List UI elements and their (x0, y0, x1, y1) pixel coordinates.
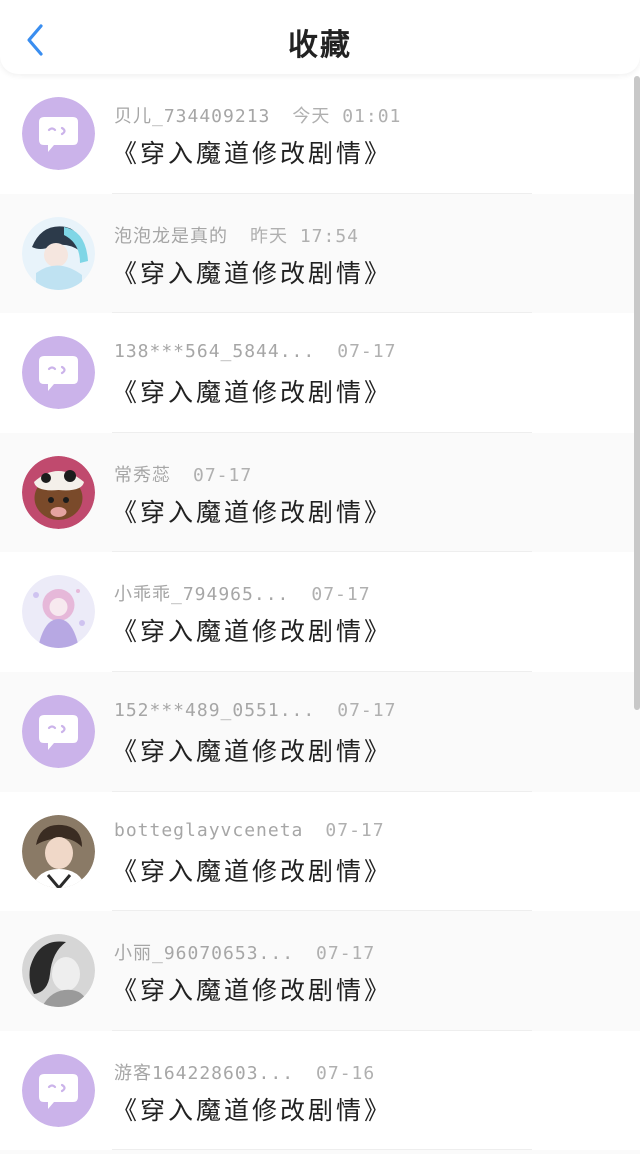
item-meta: 152***489_0551... 07-17 (114, 700, 396, 721)
novel-title: 《穿入魔道修改剧情》 (112, 139, 393, 168)
timestamp: 昨天 17:54 (250, 225, 360, 247)
chat-bubble-icon (22, 97, 95, 170)
user-name: 小乖乖_794965... (114, 584, 290, 606)
timestamp: 07-16 (316, 1062, 376, 1084)
novel-title: 《穿入魔道修改剧情》 (112, 258, 393, 288)
user-photo (22, 216, 95, 290)
timestamp: 07-17 (316, 943, 376, 965)
novel-title: 《穿入魔道修改剧情》 (112, 497, 393, 527)
user-photo (22, 575, 95, 649)
item-meta: 游客164228603... 07-16 (114, 1059, 375, 1085)
item-meta: botteglayvceneta 07-17 (114, 820, 385, 841)
item-meta: 贝儿_734409213 今天 01:01 (114, 102, 401, 128)
user-name: 游客164228603... (114, 1062, 295, 1084)
novel-title: 《穿入魔道修改剧情》 (112, 378, 393, 408)
timestamp: 07-17 (337, 341, 397, 363)
user-name: 泡泡龙是真的 (114, 225, 228, 247)
list-item[interactable]: 小丽_96070653... 07-17 《穿入魔道修改剧情》 (0, 911, 640, 1031)
novel-title: 《穿入魔道修改剧情》 (112, 617, 393, 647)
list-item[interactable]: 常秀蕊 07-17 《穿入魔道修改剧情》 (0, 432, 640, 553)
chat-bubble-icon (22, 336, 95, 410)
top-bar: 收藏 (0, 0, 640, 74)
chat-bubble-icon (22, 1053, 95, 1127)
item-meta: 小丽_96070653... 07-17 (114, 939, 375, 965)
avatar (22, 575, 95, 649)
timestamp: 07-17 (193, 464, 253, 486)
list-item[interactable]: 游客164228603... 07-16 《穿入魔道修改剧情》 (0, 1030, 640, 1151)
chat-bubble-icon (22, 694, 95, 768)
item-meta: 常秀蕊 07-17 (114, 461, 252, 487)
page-title: 收藏 (288, 28, 352, 63)
avatar (22, 97, 95, 170)
user-name: 贝儿_734409213 (114, 106, 271, 127)
novel-title: 《穿入魔道修改剧情》 (112, 856, 393, 886)
favorites-list: 贝儿_734409213 今天 01:01 《穿入魔道修改剧情》 泡泡龙是真的 昨天… (0, 74, 640, 1154)
user-photo (22, 814, 95, 888)
avatar (22, 455, 95, 529)
avatar (22, 216, 95, 290)
user-name: 152***489_0551... (114, 699, 316, 721)
user-name: botteglayvceneta (114, 819, 304, 841)
novel-title: 《穿入魔道修改剧情》 (112, 976, 393, 1006)
user-name: 138***564_5844... (114, 341, 316, 363)
timestamp: 07-17 (325, 819, 385, 841)
item-meta: 小乖乖_794965... 07-17 (114, 580, 371, 606)
timestamp: 07-17 (337, 699, 397, 721)
timestamp: 07-17 (311, 584, 371, 606)
item-meta: 泡泡龙是真的 昨天 17:54 (114, 222, 359, 248)
list-item[interactable]: botteglayvceneta 07-17 《穿入魔道修改剧情》 (0, 791, 640, 912)
novel-title: 《穿入魔道修改剧情》 (112, 1095, 393, 1125)
scrollbar[interactable] (634, 76, 640, 710)
user-photo (22, 934, 95, 1008)
list-item[interactable]: 贝儿_734409213 今天 01:01 《穿入魔道修改剧情》 (0, 74, 640, 194)
timestamp: 今天 01:01 (292, 106, 402, 127)
user-name: 小丽_96070653... (114, 943, 295, 965)
avatar (22, 336, 95, 410)
avatar (22, 694, 95, 768)
divider (112, 1149, 532, 1151)
user-photo (22, 455, 95, 529)
user-name: 常秀蕊 (114, 464, 171, 486)
list-item[interactable]: 泡泡龙是真的 昨天 17:54 《穿入魔道修改剧情》 (0, 193, 640, 314)
avatar (22, 814, 95, 888)
list-item[interactable]: 152***489_0551... 07-17 《穿入魔道修改剧情》 (0, 671, 640, 792)
list-item[interactable]: 小乖乖_794965... 07-17 《穿入魔道修改剧情》 (0, 552, 640, 672)
avatar (22, 1053, 95, 1127)
list-item[interactable]: 138***564_5844... 07-17 《穿入魔道修改剧情》 (0, 313, 640, 433)
item-meta: 138***564_5844... 07-17 (114, 341, 396, 362)
avatar (22, 934, 95, 1008)
novel-title: 《穿入魔道修改剧情》 (112, 736, 393, 766)
